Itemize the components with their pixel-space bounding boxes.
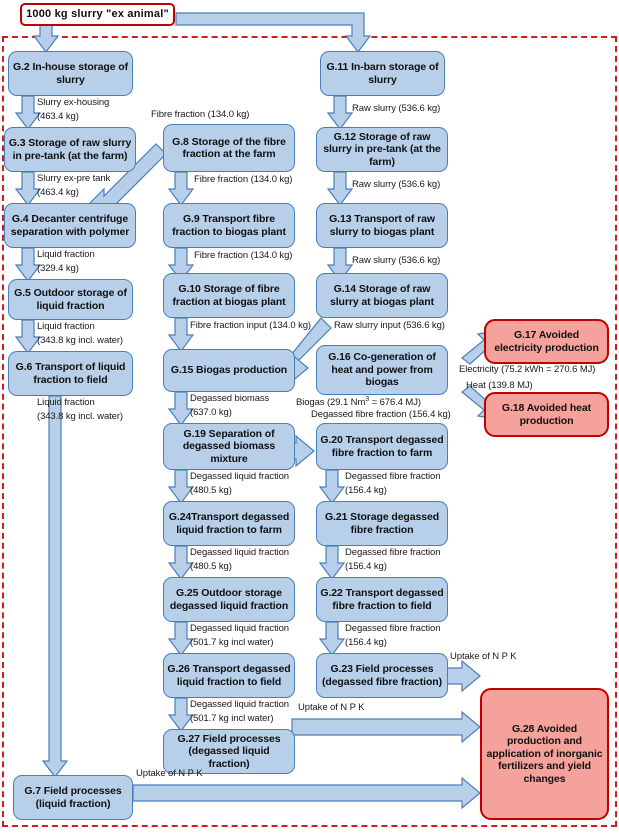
flow-label-biogas: Biogas (29.1 Nm3 = 676.4 MJ) bbox=[296, 396, 421, 409]
node-G15[interactable]: G.15 Biogas production bbox=[163, 349, 295, 392]
node-G25[interactable]: G.25 Outdoor storage degassed liquid fra… bbox=[163, 577, 295, 622]
flow-label-raw-slurry-g11: Raw slurry (536.6 kg) bbox=[352, 103, 441, 114]
flow-label-degassed-liquid-4: Degassed liquid fraction bbox=[190, 699, 289, 710]
node-G3[interactable]: G.3 Storage of raw slurry in pre-tank (a… bbox=[4, 127, 136, 172]
node-G4[interactable]: G.4 Decanter centrifuge separation with … bbox=[4, 203, 136, 248]
node-G14[interactable]: G.14 Storage of raw slurry at biogas pla… bbox=[316, 273, 448, 318]
node-G16[interactable]: G.16 Co-generation of heat and power fro… bbox=[316, 345, 448, 395]
node-source-slurry[interactable]: 1000 kg slurry "ex animal" bbox=[20, 3, 175, 26]
flow-label-uptake-g23: Uptake of N P K bbox=[450, 651, 517, 662]
flow-label-degassed-liquid-1-qty: (480.5 kg) bbox=[190, 485, 232, 496]
node-G11[interactable]: G.11 In-barn storage of slurry bbox=[320, 51, 445, 96]
flow-label-degassed-liquid-4-qty: (501.7 kg incl water) bbox=[190, 713, 274, 724]
node-G12[interactable]: G.12 Storage of raw slurry in pre-tank (… bbox=[316, 127, 448, 172]
flow-label-degassed-fibre-2-qty: (156.4 kg) bbox=[345, 561, 387, 572]
flow-label-liquid-fraction-1: Liquid fraction bbox=[37, 249, 95, 260]
flow-label-fibre-fraction-g9: Fibre fraction (134.0 kg) bbox=[194, 250, 293, 261]
node-G13[interactable]: G.13 Transport of raw slurry to biogas p… bbox=[316, 203, 448, 248]
node-G10[interactable]: G.10 Storage of fibre fraction at biogas… bbox=[163, 273, 295, 318]
flow-label-degassed-liquid-1: Degassed liquid fraction bbox=[190, 471, 289, 482]
flow-label-degassed-fibre-1: Degassed fibre fraction bbox=[345, 471, 441, 482]
flow-label-degassed-liquid-3-qty: (501.7 kg incl water) bbox=[190, 637, 274, 648]
flow-label-raw-slurry-g12: Raw slurry (536.6 kg) bbox=[352, 179, 441, 190]
flow-label-raw-slurry-g13: Raw slurry (536.6 kg) bbox=[352, 255, 441, 266]
node-G8[interactable]: G.8 Storage of the fibre fraction at the… bbox=[163, 124, 295, 172]
node-G21[interactable]: G.21 Storage degassed fibre fraction bbox=[316, 501, 448, 546]
flow-label-degassed-biomass-qty: (637.0 kg) bbox=[190, 407, 232, 418]
flow-label-degassed-liquid-2-qty: (480.5 kg) bbox=[190, 561, 232, 572]
flow-label-fibre-fraction-top: Fibre fraction (134.0 kg) bbox=[151, 109, 250, 120]
biogas-suffix: = 676.4 MJ) bbox=[369, 397, 421, 409]
node-G26[interactable]: G.26 Transport degassed liquid fraction … bbox=[163, 653, 295, 698]
node-G9[interactable]: G.9 Transport fibre fraction to biogas p… bbox=[163, 203, 295, 248]
flow-label-uptake-g27: Uptake of N P K bbox=[298, 702, 365, 713]
node-G22[interactable]: G.22 Transport degassed fibre fraction t… bbox=[316, 577, 448, 622]
flow-label-liquid-fraction-1-qty: (329.4 kg) bbox=[37, 263, 79, 274]
flow-label-degassed-fibre-2: Degassed fibre fraction bbox=[345, 547, 441, 558]
flow-label-uptake-g7: Uptake of N P K bbox=[136, 768, 203, 779]
flow-diagram: .ar{fill:#b7cfe8;stroke:#4a7ebb;stroke-w… bbox=[0, 0, 619, 833]
node-G6[interactable]: G.6 Transport of liquid fraction to fiel… bbox=[8, 351, 133, 396]
flow-label-liquid-fraction-3: Liquid fraction bbox=[37, 397, 95, 408]
flow-label-raw-slurry-input: Raw slurry input (536.6 kg) bbox=[334, 320, 445, 331]
node-G28[interactable]: G.28 Avoided production and application … bbox=[480, 688, 609, 820]
node-G18[interactable]: G.18 Avoided heat production bbox=[484, 392, 609, 437]
flow-label-degassed-liquid-3: Degassed liquid fraction bbox=[190, 623, 289, 634]
flow-label-degassed-liquid-2: Degassed liquid fraction bbox=[190, 547, 289, 558]
flow-label-degassed-fibre-1-qty: (156.4 kg) bbox=[345, 485, 387, 496]
flow-label-heat: Heat (139.8 MJ) bbox=[466, 380, 533, 391]
flow-label-degassed-fibre-3-qty: (156.4 kg) bbox=[345, 637, 387, 648]
node-G24[interactable]: G.24Transport degassed liquid fraction t… bbox=[163, 501, 295, 546]
flow-label-slurry-ex-housing-qty: (463.4 kg) bbox=[37, 111, 79, 122]
biogas-prefix: Biogas (29.1 Nm bbox=[296, 397, 366, 409]
node-G2[interactable]: G.2 In-house storage of slurry bbox=[8, 51, 133, 96]
flow-label-electricity: Electricity (75.2 kWh = 270.6 MJ) bbox=[459, 364, 596, 375]
flow-label-liquid-fraction-3-qty: (343.8 kg incl. water) bbox=[37, 411, 123, 422]
node-G17[interactable]: G.17 Avoided electricity production bbox=[484, 319, 609, 364]
flow-label-slurry-ex-pretank: Slurry ex-pre tank bbox=[37, 173, 111, 184]
flow-label-slurry-ex-housing: Slurry ex-housing bbox=[37, 97, 110, 108]
flow-label-degassed-fibre-g20: Degassed fibre fraction (156.4 kg) bbox=[311, 409, 451, 420]
node-G7[interactable]: G.7 Field processes (liquid fraction) bbox=[13, 775, 133, 820]
node-G19[interactable]: G.19 Separation of degassed biomass mixt… bbox=[163, 423, 295, 470]
node-G5[interactable]: G.5 Outdoor storage of liquid fraction bbox=[8, 279, 133, 320]
node-G23[interactable]: G.23 Field processes (degassed fibre fra… bbox=[316, 653, 448, 698]
node-G20[interactable]: G.20 Transport degassed fibre fraction t… bbox=[316, 423, 448, 470]
flow-label-slurry-ex-pretank-qty: (463.4 kg) bbox=[37, 187, 79, 198]
flow-label-liquid-fraction-2: Liquid fraction bbox=[37, 321, 95, 332]
flow-label-fibre-fraction-input: Fibre fraction input (134.0 kg) bbox=[190, 320, 311, 331]
flow-label-liquid-fraction-2-qty: (343.8 kg incl. water) bbox=[37, 335, 123, 346]
flow-label-fibre-fraction-g8: Fibre fraction (134.0 kg) bbox=[194, 174, 293, 185]
flow-label-degassed-biomass: Degassed biomass bbox=[190, 393, 270, 404]
flow-label-degassed-fibre-3: Degassed fibre fraction bbox=[345, 623, 441, 634]
